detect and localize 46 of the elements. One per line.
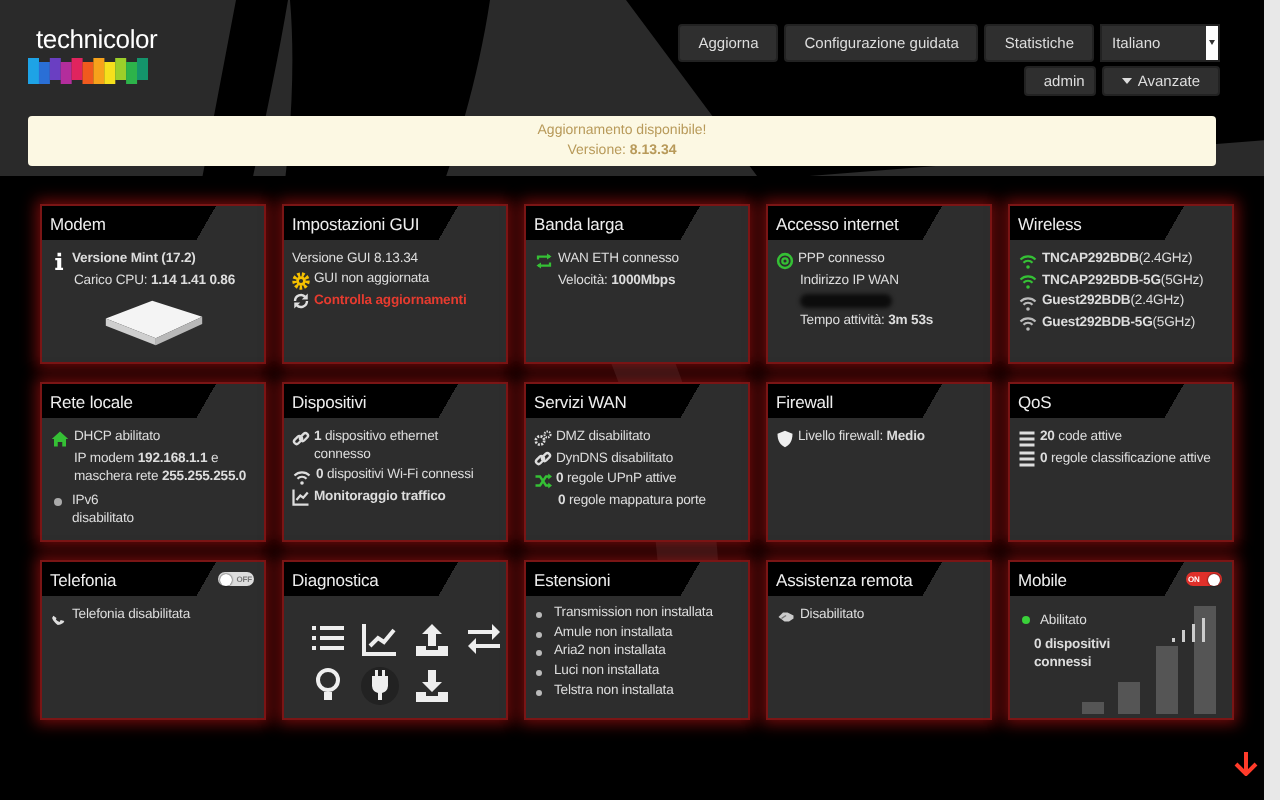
card-title: Rete locale <box>50 391 133 411</box>
card-title: Dispositivi <box>292 391 367 411</box>
bullet-icon <box>536 670 542 677</box>
chart-icon <box>292 488 310 506</box>
logo-text: technicolor <box>36 24 158 54</box>
home-icon <box>50 429 70 447</box>
card-title: Telefonia <box>50 569 117 589</box>
caret-icon <box>1121 77 1132 85</box>
list-icon <box>1018 429 1036 447</box>
info-icon <box>50 251 68 269</box>
bullet-icon <box>536 631 542 638</box>
card-title: Impostazioni GUI <box>292 213 420 233</box>
color-bar-logo-icon <box>28 58 148 84</box>
chart-icon[interactable] <box>360 620 400 660</box>
cogs-icon <box>534 429 552 447</box>
bullet-icon <box>536 689 542 696</box>
download-icon[interactable] <box>412 666 452 706</box>
link-icon <box>534 450 552 468</box>
scroll-down-icon[interactable] <box>1234 750 1258 776</box>
arrows-icon <box>534 251 554 269</box>
card-title: Banda larga <box>534 213 624 233</box>
status-card[interactable]: Diagnostica <box>282 560 508 720</box>
link-icon <box>292 429 310 447</box>
shield-icon <box>776 429 794 447</box>
refresh-icon <box>292 292 310 310</box>
card-title: Diagnostica <box>292 569 379 589</box>
card-title: Firewall <box>776 391 833 411</box>
bullet-icon <box>536 650 542 657</box>
card-title: QoS <box>1018 391 1052 411</box>
redacted-address <box>800 293 892 307</box>
card-title: Mobile <box>1018 569 1067 589</box>
card-title: Accesso internet <box>776 213 899 233</box>
card-title: Wireless <box>1018 213 1082 233</box>
shuffle-icon <box>534 471 552 489</box>
caret-icon <box>1206 26 1218 60</box>
card-title: Modem <box>50 213 106 233</box>
card-title: Servizi WAN <box>534 391 627 411</box>
bullet-icon <box>536 612 542 618</box>
scrollbar[interactable] <box>1264 0 1280 800</box>
plug-icon[interactable] <box>360 666 400 706</box>
list-icon <box>1018 450 1036 468</box>
upload-icon[interactable] <box>412 620 452 660</box>
wifi-icon <box>292 467 312 485</box>
card-title: Estensioni <box>534 569 611 589</box>
gear-icon <box>292 271 310 289</box>
card-title: Assistenza remota <box>776 569 913 589</box>
